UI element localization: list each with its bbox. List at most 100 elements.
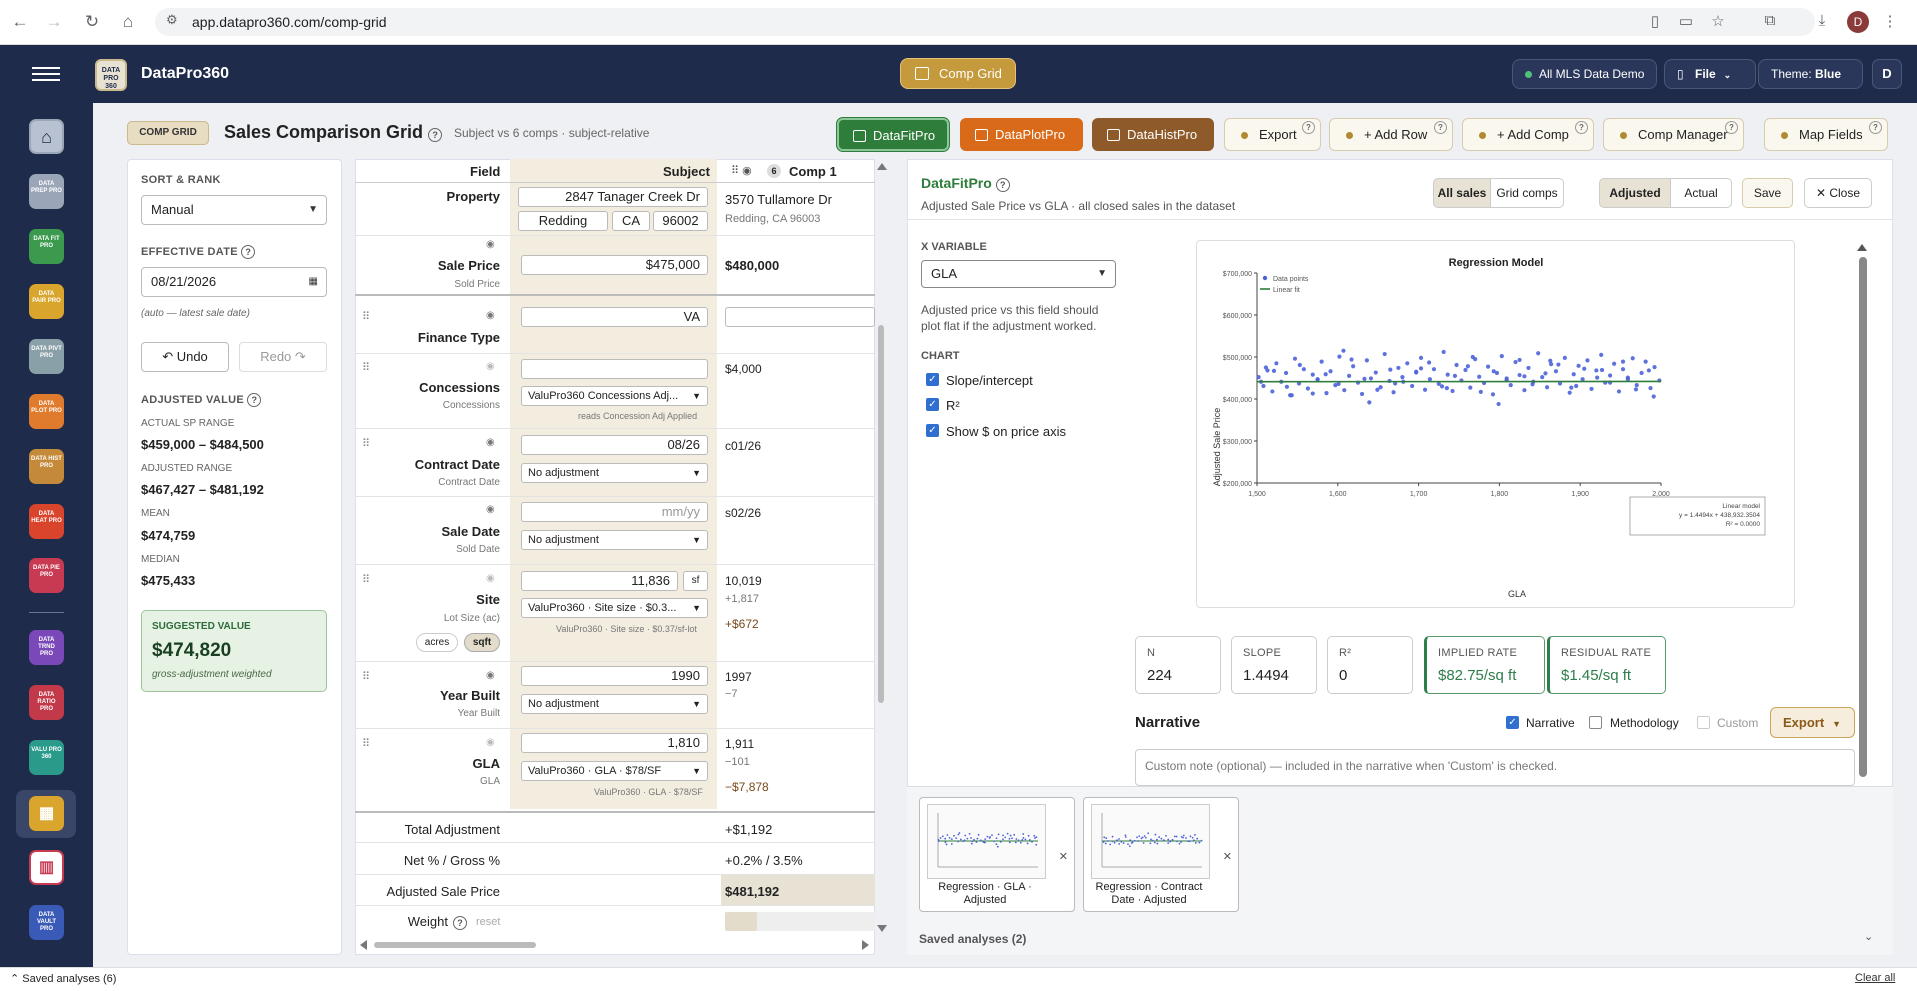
contract-date-adjust-select[interactable]: No adjustment ▼ <box>521 463 708 483</box>
map-fields-button[interactable]: Map Fields? <box>1764 118 1888 151</box>
rail-data-heat-pro-icon[interactable]: DATA HEAT PRO <box>29 504 64 539</box>
reload-icon[interactable]: ↻ <box>82 12 102 32</box>
close-icon[interactable]: ✕ <box>1223 850 1232 863</box>
rail-data-pie-pro-icon[interactable]: DATA PIE PRO <box>29 558 64 593</box>
eye-icon[interactable]: ◉ <box>486 504 495 515</box>
forward-icon[interactable]: → <box>44 12 64 32</box>
menu-dots-icon[interactable]: ⋮ <box>1880 12 1900 30</box>
eye-icon[interactable]: ◉ <box>486 310 495 321</box>
drag-handle-icon[interactable]: ⠿ <box>362 573 370 586</box>
add-row-button[interactable]: + Add Row? <box>1329 118 1453 151</box>
rail-data-vault-pro-icon[interactable]: DATA VAULT PRO <box>29 905 64 940</box>
year-built-adjust-select[interactable]: No adjustment ▼ <box>521 694 708 714</box>
site-acres-toggle[interactable]: acres <box>416 633 458 652</box>
subject-contract-date-input[interactable]: 08/26 <box>521 435 708 455</box>
eye-icon[interactable]: ◉ <box>486 437 495 448</box>
subject-sale-date-input[interactable]: mm/yy <box>521 502 708 522</box>
saved-analysis-thumb-1[interactable]: Regression · GLA · Adjusted ✕ <box>919 797 1075 912</box>
extensions-icon[interactable]: ⧉ <box>1760 12 1780 29</box>
grid-comps-toggle[interactable]: Grid comps <box>1490 178 1564 208</box>
adjusted-toggle[interactable]: Adjusted <box>1599 178 1671 208</box>
grid-vertical-scrollbar[interactable] <box>878 325 884 703</box>
cast-icon[interactable]: ▭ <box>1676 12 1696 30</box>
saved-analysis-thumb-2[interactable]: Regression · Contract Date · Adjusted ✕ <box>1083 797 1239 912</box>
home-icon[interactable]: ⌂ <box>118 12 138 32</box>
page-icon[interactable]: ▯ <box>1645 12 1665 30</box>
calendar-icon[interactable]: ▦ <box>309 268 318 296</box>
eye-icon[interactable]: ◉ <box>486 239 495 250</box>
show-dollar-checkbox[interactable]: ✓ <box>926 424 939 437</box>
add-comp-button[interactable]: + Add Comp? <box>1462 118 1594 151</box>
drag-handle-icon[interactable]: ⠿ ◉ <box>731 164 752 177</box>
mls-source-pill[interactable]: All MLS Data Demo <box>1512 59 1658 89</box>
help-icon[interactable]: ? <box>241 245 256 259</box>
help-icon[interactable]: ? <box>1434 121 1447 134</box>
eye-icon[interactable]: ◉ <box>486 573 495 584</box>
dataplotpro-button[interactable]: DataPlotPro <box>960 118 1083 151</box>
url-text[interactable]: app.datapro360.com/comp-grid <box>192 14 387 30</box>
help-icon[interactable]: ? <box>1575 121 1588 134</box>
clear-all-link[interactable]: Clear all <box>1855 972 1895 984</box>
gla-adjust-select[interactable]: ValuPro360 · GLA · $78/SF ▼ <box>521 761 708 781</box>
panel-vertical-scrollbar[interactable] <box>1859 257 1867 777</box>
concessions-adjust-select[interactable]: ValuPro360 Concessions Adj... ▼ <box>521 386 708 406</box>
scroll-right-icon[interactable] <box>862 940 869 950</box>
site-sqft-toggle[interactable]: sqft <box>464 633 500 652</box>
close-icon[interactable]: ✕ <box>1059 850 1068 863</box>
actual-toggle[interactable]: Actual <box>1670 178 1732 208</box>
export-button[interactable]: Export? <box>1224 118 1321 151</box>
weight-slider-track[interactable] <box>725 912 875 931</box>
sale-date-adjust-select[interactable]: No adjustment ▼ <box>521 530 708 550</box>
help-icon[interactable]: ? <box>1725 121 1738 134</box>
all-sales-toggle[interactable]: All sales <box>1433 178 1491 208</box>
bookmark-star-icon[interactable]: ☆ <box>1708 12 1728 30</box>
x-variable-select[interactable]: GLA ▼ <box>921 260 1116 288</box>
subject-city-input[interactable]: Redding <box>518 211 608 231</box>
comp-manager-button[interactable]: Comp Manager? <box>1603 118 1744 151</box>
help-icon[interactable]: ? <box>428 128 443 142</box>
slope-intercept-checkbox[interactable]: ✓ <box>926 373 939 386</box>
methodology-checkbox[interactable] <box>1589 716 1602 729</box>
save-button[interactable]: Save <box>1742 178 1793 208</box>
collapse-icon[interactable]: ⌄ <box>1864 930 1873 943</box>
grid-horizontal-scrollbar[interactable] <box>374 942 536 948</box>
address-bar[interactable] <box>155 8 1815 36</box>
help-icon[interactable]: ? <box>1869 121 1882 134</box>
help-icon[interactable]: ? <box>995 178 1010 192</box>
download-icon[interactable]: ⤓ <box>1812 12 1832 29</box>
subject-gla-input[interactable]: 1,810 <box>521 733 708 753</box>
weight-reset-link[interactable]: reset <box>476 916 500 928</box>
rail-valu-pro-360-icon[interactable]: VALU PRO 360 <box>29 740 64 775</box>
scroll-up-icon[interactable] <box>1857 244 1867 251</box>
scroll-down-icon[interactable] <box>877 925 887 932</box>
datahistpro-button[interactable]: DataHistPro <box>1092 118 1214 151</box>
site-info-icon[interactable]: ⚙ <box>166 12 178 28</box>
help-icon[interactable]: ? <box>453 914 467 930</box>
close-button[interactable]: ✕ Close <box>1804 178 1872 208</box>
comp-grid-button[interactable]: Comp Grid <box>900 58 1016 89</box>
subject-zip-input[interactable]: 96002 <box>653 211 708 231</box>
rail-data-pair-pro-icon[interactable]: DATA PAIR PRO <box>29 284 64 319</box>
datafitpro-button[interactable]: DataFitPro <box>837 118 949 151</box>
redo-button[interactable]: Redo ↷ <box>239 342 327 372</box>
comp1-finance-input[interactable] <box>725 307 875 327</box>
drag-handle-icon[interactable]: ⠿ <box>362 361 370 374</box>
eye-icon[interactable]: ◉ <box>486 361 495 372</box>
custom-note-input[interactable]: Custom note (optional) — included in the… <box>1135 749 1855 786</box>
drag-handle-icon[interactable]: ⠿ <box>362 737 370 750</box>
eye-icon[interactable]: ◉ <box>486 737 495 748</box>
rail-reports-icon[interactable]: ▥ <box>29 850 64 885</box>
rail-data-pivt-pro-icon[interactable]: DATA PIVT PRO <box>29 339 64 374</box>
rail-data-trnd-pro-icon[interactable]: DATA TRND PRO <box>29 630 64 665</box>
scroll-left-icon[interactable] <box>360 940 367 950</box>
help-icon[interactable]: ? <box>247 393 262 407</box>
theme-button[interactable]: Theme: Blue <box>1758 59 1863 89</box>
help-icon[interactable]: ? <box>1302 121 1315 134</box>
back-icon[interactable]: ← <box>10 12 30 32</box>
user-avatar[interactable]: D <box>1872 59 1902 89</box>
file-menu-button[interactable]: ▯ File ⌄ <box>1664 59 1756 89</box>
rail-comp-grid-icon[interactable]: ▦ <box>29 796 64 831</box>
rail-data-plot-pro-icon[interactable]: DATA PLOT PRO <box>29 394 64 429</box>
rail-data-hist-pro-icon[interactable]: DATA HIST PRO <box>29 449 64 484</box>
rail-data-fit-pro-icon[interactable]: DATA FIT PRO <box>29 229 64 264</box>
